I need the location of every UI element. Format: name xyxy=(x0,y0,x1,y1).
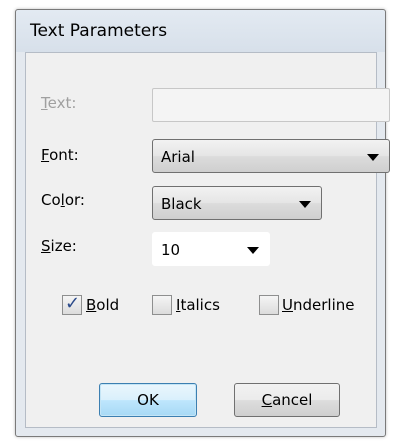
color-dropdown[interactable]: Black xyxy=(152,186,322,220)
chevron-down-icon xyxy=(367,154,379,161)
text-input[interactable] xyxy=(152,88,390,122)
chevron-down-icon xyxy=(299,201,311,208)
color-label-pre: Co xyxy=(41,191,61,209)
font-label: Font: xyxy=(41,146,79,164)
italics-label-rest: talics xyxy=(180,296,220,314)
size-dropdown[interactable]: 10 xyxy=(152,232,270,266)
size-dropdown-value: 10 xyxy=(161,241,181,259)
bold-label[interactable]: Bold xyxy=(86,296,119,314)
color-label-rest: or: xyxy=(64,191,85,209)
size-label-key: S xyxy=(41,237,51,255)
cancel-button-rest: ancel xyxy=(272,391,313,409)
underline-label[interactable]: Underline xyxy=(282,296,354,314)
checkmark-icon: ✓ xyxy=(65,293,81,314)
underline-label-key: U xyxy=(282,296,293,314)
italics-label[interactable]: Italics xyxy=(176,296,220,314)
underline-checkbox[interactable] xyxy=(259,295,279,315)
cancel-button-key: C xyxy=(261,391,273,409)
ok-button-label: OK xyxy=(137,391,159,409)
underline-label-rest: nderline xyxy=(292,296,355,314)
dialog-body: Text: Font: Arial Color: Black Size: 10 xyxy=(25,52,390,428)
size-label: Size: xyxy=(41,237,77,255)
bold-label-rest: old xyxy=(96,296,120,314)
dialog-title: Text Parameters xyxy=(30,21,168,41)
chevron-down-icon xyxy=(247,247,259,254)
bold-label-key: B xyxy=(86,296,97,314)
text-label: Text: xyxy=(41,94,76,112)
text-label-rest: ext: xyxy=(47,94,77,112)
text-label-key: T xyxy=(41,94,48,112)
color-dropdown-value: Black xyxy=(161,195,202,213)
font-dropdown-value: Arial xyxy=(161,148,195,166)
cancel-button[interactable]: Cancel xyxy=(234,383,340,417)
italics-checkbox[interactable] xyxy=(152,295,172,315)
size-label-rest: ize: xyxy=(50,237,77,255)
color-label: Color: xyxy=(41,191,85,209)
font-dropdown[interactable]: Arial xyxy=(152,139,390,173)
font-label-rest: ont: xyxy=(49,146,79,164)
text-parameters-dialog: Text Parameters Text: Font: Arial Color:… xyxy=(15,9,390,437)
title-bar[interactable]: Text Parameters xyxy=(16,10,385,52)
ok-button[interactable]: OK xyxy=(99,383,197,417)
bold-checkbox[interactable]: ✓ xyxy=(62,293,82,315)
font-label-key: F xyxy=(41,146,50,164)
